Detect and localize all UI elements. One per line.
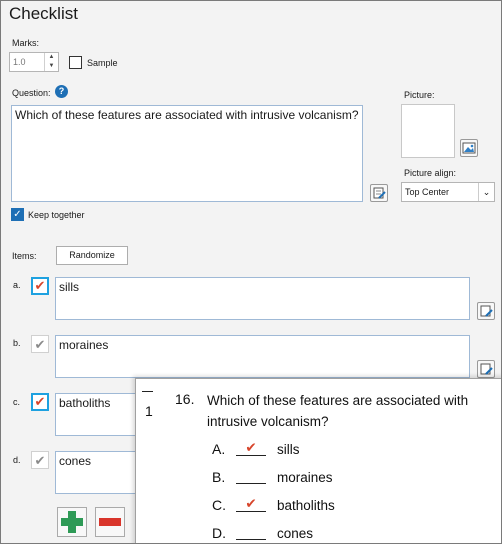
edit-item-b-button[interactable]: [477, 360, 495, 378]
keep-together-label: Keep together: [28, 210, 85, 220]
preview-option-text: moraines: [277, 470, 333, 485]
edit-icon: [480, 305, 493, 317]
marks-spinner[interactable]: 1.0 ▲ ▼: [9, 52, 59, 72]
preview-option-letter: C.: [212, 497, 226, 513]
score-blank: [142, 391, 153, 392]
marks-label: Marks:: [12, 38, 39, 48]
preview-option-text: batholiths: [277, 498, 335, 513]
question-label: Question:: [12, 88, 51, 98]
question-preview-popup: 1 16. Which of these features are associ…: [135, 378, 501, 543]
preview-option-letter: B.: [212, 469, 226, 485]
item-b-checkbox[interactable]: ✔: [31, 335, 49, 353]
keep-together-checkbox[interactable]: ✓: [11, 208, 24, 221]
checkmark-icon: ✔: [34, 337, 46, 352]
item-a-textbox[interactable]: sills: [55, 277, 470, 320]
marks-value: 1.0: [13, 57, 26, 67]
picture-align-label: Picture align:: [404, 168, 457, 178]
blank-line: [236, 469, 266, 484]
item-letter: b.: [13, 338, 21, 348]
items-label: Items:: [12, 251, 37, 261]
add-item-button[interactable]: [57, 507, 87, 537]
sample-checkbox[interactable]: [69, 56, 82, 69]
checkmark-icon: ✔: [236, 497, 266, 512]
randomize-button[interactable]: Randomize: [56, 246, 128, 265]
item-letter: c.: [13, 397, 21, 407]
remove-item-button[interactable]: [95, 507, 125, 537]
checklist-window: Checklist Marks: 1.0 ▲ ▼ Sample Question…: [0, 0, 502, 544]
checkmark-icon: ✔: [34, 453, 46, 468]
help-icon[interactable]: ?: [55, 85, 68, 98]
picture-icon: [462, 142, 476, 154]
preview-score: 1: [145, 403, 153, 419]
sample-label: Sample: [87, 58, 118, 68]
checkmark-icon: ✔: [236, 441, 266, 456]
preview-option-blank: ✔: [236, 441, 266, 456]
checkmark-icon: ✔: [34, 394, 46, 409]
minus-icon: [99, 518, 121, 526]
picture-preview: [401, 104, 455, 158]
picture-align-value: Top Center: [405, 187, 450, 197]
edit-item-a-button[interactable]: [477, 302, 495, 320]
item-letter: d.: [13, 455, 21, 465]
preview-option-blank: [236, 469, 266, 484]
picture-align-select[interactable]: Top Center ⌄: [401, 182, 495, 202]
marks-spinner-arrows[interactable]: ▲ ▼: [44, 53, 58, 71]
preview-option-text: sills: [277, 442, 300, 457]
spin-down-icon[interactable]: ▼: [45, 62, 58, 71]
blank-line: [236, 525, 266, 540]
preview-option-text: cones: [277, 526, 314, 541]
plus-icon: [61, 511, 83, 533]
item-letter: a.: [13, 280, 21, 290]
item-b-textbox[interactable]: moraines: [55, 335, 470, 378]
item-d-checkbox[interactable]: ✔: [31, 451, 49, 469]
spin-up-icon[interactable]: ▲: [45, 53, 58, 62]
item-c-checkbox[interactable]: ✔: [31, 393, 49, 411]
edit-icon: [480, 363, 493, 375]
question-textarea[interactable]: Which of these features are associated w…: [11, 105, 363, 202]
preview-option-letter: A.: [212, 441, 226, 457]
preview-number: 16.: [175, 391, 195, 407]
preview-option-blank: [236, 525, 266, 540]
dialog-title: Checklist: [9, 4, 78, 23]
picture-label: Picture:: [404, 90, 435, 100]
edit-question-button[interactable]: [370, 184, 388, 202]
item-a-checkbox[interactable]: ✔: [31, 277, 49, 295]
chevron-down-icon[interactable]: ⌄: [478, 183, 494, 201]
preview-option-letter: D.: [212, 525, 226, 541]
preview-question-line2: intrusive volcanism?: [207, 414, 329, 429]
checkmark-icon: ✔: [34, 278, 46, 293]
choose-picture-button[interactable]: [460, 139, 478, 157]
preview-question-line1: Which of these features are associated w…: [207, 393, 469, 408]
edit-icon: [373, 187, 386, 199]
preview-option-blank: ✔: [236, 497, 266, 512]
